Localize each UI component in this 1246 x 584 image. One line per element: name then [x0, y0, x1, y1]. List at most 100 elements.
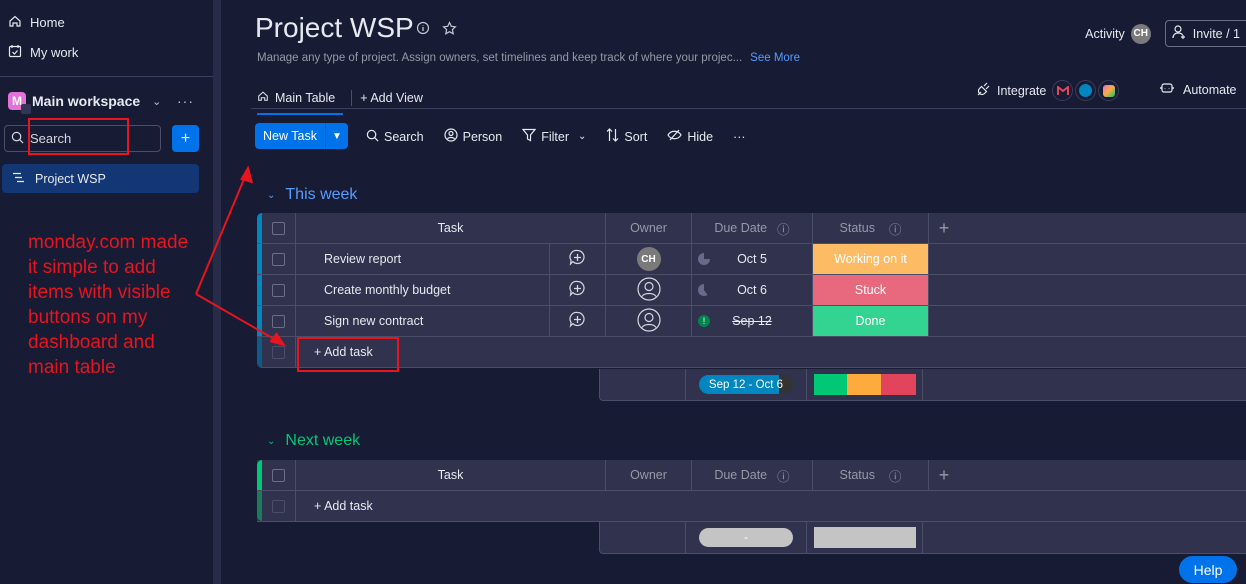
column-header-owner[interactable]: Owner — [606, 460, 692, 490]
column-header-owner[interactable]: Owner — [606, 213, 692, 243]
row-checkbox[interactable] — [272, 252, 285, 266]
integrate-button[interactable]: Integrate — [977, 80, 1120, 101]
sidebar-item-home[interactable]: Home — [8, 14, 65, 31]
due-date-cell[interactable]: Oct 6 — [692, 275, 813, 305]
item-name[interactable]: Create monthly budget — [296, 275, 550, 305]
avatar[interactable]: CH — [1130, 23, 1151, 44]
group-color-bar — [257, 460, 262, 490]
activity-button[interactable]: Activity — [1085, 27, 1125, 41]
info-icon[interactable]: ⓘ — [777, 219, 790, 238]
table-row[interactable]: Review report CH Oct 5 Working on it — [257, 244, 1246, 275]
chevron-down-icon[interactable]: ⌄ — [267, 190, 275, 201]
new-task-button[interactable]: New Task ▼ — [255, 123, 348, 149]
select-all-checkbox[interactable] — [272, 221, 285, 235]
tab-main-table[interactable]: Main Table — [257, 90, 344, 115]
see-more-link[interactable]: See More — [750, 52, 800, 64]
add-column-button[interactable]: + — [929, 460, 959, 490]
home-icon — [257, 90, 269, 105]
due-date-cell[interactable]: Oct 5 — [692, 244, 813, 274]
row-checkbox[interactable] — [272, 283, 285, 297]
status-distribution-bar[interactable] — [813, 374, 916, 395]
person-icon[interactable] — [636, 276, 661, 304]
due-date-cell[interactable]: ! Sep 12 — [692, 306, 813, 336]
info-icon[interactable]: ⓘ — [889, 466, 902, 485]
add-update-button[interactable] — [550, 275, 606, 305]
invite-label: Invite / 1 — [1192, 26, 1240, 41]
star-icon[interactable] — [442, 21, 457, 41]
status-label[interactable]: Done — [813, 306, 928, 336]
add-task-input[interactable]: + Add task — [296, 491, 373, 521]
status-distribution-bar[interactable] — [813, 527, 916, 548]
chevron-down-icon[interactable]: ⌄ — [267, 436, 275, 447]
item-name[interactable]: Review report — [296, 244, 550, 274]
status-cell[interactable]: Done — [813, 306, 929, 336]
owner-cell[interactable] — [606, 306, 692, 336]
workspace-name: Main workspace — [32, 93, 141, 109]
group-summary-row: Sep 12 - Oct 6 — [599, 369, 1246, 401]
chevron-down-icon[interactable]: ⌄ — [578, 131, 586, 142]
column-header-status[interactable]: Status ⓘ — [813, 460, 929, 490]
person-filter-button[interactable]: Person — [444, 128, 502, 145]
add-person-icon — [1172, 25, 1187, 42]
automate-label: Automate — [1183, 82, 1237, 97]
annotation-highlight-add-task — [297, 337, 399, 372]
new-task-label[interactable]: New Task — [255, 123, 326, 149]
column-header-task[interactable]: Task — [296, 460, 606, 490]
add-update-button[interactable] — [550, 244, 606, 274]
column-header-task[interactable]: Task — [296, 213, 606, 243]
workspace-selector[interactable]: M Main workspace ⌄ ··· — [8, 92, 208, 114]
timeline-summary-pill[interactable]: - — [699, 528, 793, 547]
column-header-status[interactable]: Status ⓘ — [813, 213, 929, 243]
owner-cell[interactable] — [606, 275, 692, 305]
add-board-button[interactable]: + — [172, 125, 199, 152]
owner-cell[interactable]: CH — [606, 244, 692, 274]
item-name[interactable]: Sign new contract — [296, 306, 550, 336]
add-view-button[interactable]: + Add View — [360, 91, 423, 105]
info-icon[interactable] — [416, 21, 430, 41]
sidebar-item-project-wsp[interactable]: Project WSP — [2, 164, 199, 193]
invite-button[interactable]: Invite / 1 — [1164, 20, 1246, 47]
column-header-due-date[interactable]: Due Date ⓘ — [692, 213, 813, 243]
help-button[interactable]: Help — [1179, 556, 1237, 583]
more-actions-button[interactable]: ··· — [733, 130, 746, 144]
person-icon[interactable] — [636, 307, 661, 335]
status-label[interactable]: Working on it — [813, 244, 928, 274]
info-icon[interactable]: ⓘ — [889, 219, 902, 238]
sort-button[interactable]: Sort — [606, 128, 647, 145]
group-title-this-week[interactable]: ⌄ This week — [267, 186, 357, 204]
hide-button[interactable]: Hide — [667, 129, 713, 144]
status-cell[interactable]: Working on it — [813, 244, 929, 274]
filter-button[interactable]: Filter ⌄ — [521, 128, 586, 145]
integration-app-icon — [1075, 80, 1097, 101]
info-icon[interactable]: ⓘ — [777, 466, 790, 485]
timeline-summary-pill[interactable]: Sep 12 - Oct 6 — [699, 375, 793, 394]
more-icon[interactable]: ··· — [177, 93, 194, 109]
chevron-down-icon[interactable]: ▼ — [326, 131, 348, 142]
table-row[interactable]: Create monthly budget Oct 6 Stuck — [257, 275, 1246, 306]
search-icon — [11, 131, 24, 147]
sidebar-divider — [0, 76, 213, 77]
workspace-avatar: M — [8, 92, 31, 114]
group-title-next-week[interactable]: ⌄ Next week — [267, 432, 360, 450]
status-cell[interactable]: Stuck — [813, 275, 929, 305]
automate-button[interactable]: Automate — [1159, 82, 1237, 97]
column-label: Task — [437, 468, 464, 482]
add-column-button[interactable]: + — [929, 213, 959, 243]
search-button[interactable]: Search — [366, 129, 424, 145]
row-checkbox[interactable] — [272, 314, 285, 328]
chevron-down-icon[interactable]: ⌄ — [152, 95, 161, 108]
calendar-check-icon — [8, 44, 22, 61]
filter-icon — [521, 128, 537, 145]
add-update-button[interactable] — [550, 306, 606, 336]
status-label[interactable]: Stuck — [813, 275, 928, 305]
avatar[interactable]: CH — [636, 247, 661, 271]
sidebar-resize-handle[interactable] — [213, 0, 221, 584]
view-tabs: Main Table + Add View — [257, 82, 423, 115]
table-row[interactable]: Sign new contract ! Sep 12 Done — [257, 306, 1246, 337]
integrate-label: Integrate — [997, 83, 1047, 98]
column-header-due-date[interactable]: Due Date ⓘ — [692, 460, 813, 490]
eye-off-icon — [667, 129, 683, 144]
sidebar-item-my-work[interactable]: My work — [8, 44, 78, 61]
select-all-checkbox[interactable] — [272, 468, 285, 482]
home-icon — [8, 14, 22, 31]
